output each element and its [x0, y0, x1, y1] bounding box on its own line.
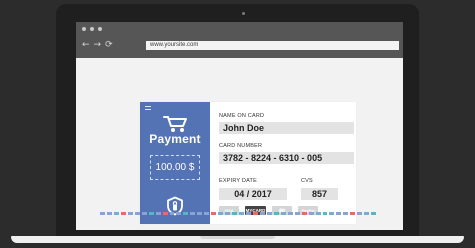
payment-form: NAME ON CARD John Doe CARD NUMBER 3782 -…	[210, 102, 356, 224]
laptop-notch	[200, 236, 275, 239]
name-label: NAME ON CARD	[219, 113, 265, 119]
stripe-segment	[315, 212, 321, 215]
browser-nav: ← → ⟳	[82, 41, 113, 50]
stripe-segment	[148, 212, 154, 215]
color-stripes	[100, 212, 377, 215]
stripe-segment	[100, 212, 105, 215]
name-field[interactable]: John Doe	[219, 122, 354, 134]
url-bar[interactable]: www.yoursite.com	[146, 41, 399, 50]
stripe-segment	[218, 212, 224, 215]
window-controls	[82, 27, 102, 31]
stripe-segment	[308, 212, 314, 215]
stripe-segment	[343, 212, 349, 215]
arrow-right-icon[interactable]: →	[94, 41, 102, 50]
refresh-icon[interactable]: ⟳	[105, 41, 113, 50]
expiry-label: EXPIRY DATE	[219, 178, 257, 184]
page-content: Payment 100.00 $ NAME ON CARD John Doe C…	[76, 58, 403, 230]
stripe-segment	[273, 212, 279, 215]
stripe-segment	[232, 212, 238, 215]
window-dot-3[interactable]	[98, 27, 102, 31]
stripe-segment	[225, 212, 231, 215]
stripe-segment	[239, 212, 245, 215]
payment-title: Payment	[149, 132, 201, 146]
payment-sidebar: Payment 100.00 $	[140, 102, 210, 224]
laptop-screen: ← → ⟳ www.yoursite.com Payment 100.00 $	[76, 22, 403, 230]
stripe-segment	[329, 212, 335, 215]
expiry-field[interactable]: 04 / 2017	[219, 188, 287, 200]
shopping-cart-icon	[163, 116, 187, 132]
arrow-left-icon[interactable]: ←	[82, 41, 90, 50]
stripe-segment	[183, 212, 189, 215]
payment-card: Payment 100.00 $ NAME ON CARD John Doe C…	[140, 102, 356, 224]
stripe-segment	[357, 212, 363, 215]
stripe-segment	[294, 212, 300, 215]
stripe-segment	[113, 212, 119, 215]
stripe-segment	[211, 212, 217, 215]
amount-box: 100.00 $	[150, 155, 200, 180]
card-number-label: CARD NUMBER	[219, 143, 263, 149]
window-dot-1[interactable]	[82, 27, 86, 31]
stripe-segment	[141, 212, 147, 215]
stripe-segment	[155, 212, 161, 215]
stripe-segment	[134, 212, 140, 215]
stripe-segment	[169, 212, 175, 215]
menu-icon[interactable]	[145, 106, 151, 110]
window-dot-2[interactable]	[90, 27, 94, 31]
stripe-segment	[266, 212, 272, 215]
stripe-segment	[280, 212, 286, 215]
browser-toolbar: ← → ⟳ www.yoursite.com	[76, 22, 403, 58]
cvs-field[interactable]: 857	[301, 188, 338, 200]
amount-value: 100.00 $	[155, 162, 195, 173]
stripe-segment	[259, 212, 265, 215]
stripe-segment	[364, 212, 370, 215]
stripe-segment	[336, 212, 342, 215]
stripe-segment	[162, 212, 168, 215]
stripe-segment	[106, 212, 112, 215]
stripe-segment	[252, 212, 258, 215]
card-number-field[interactable]: 3782 - 8224 - 6310 - 005	[219, 152, 354, 164]
stripe-segment	[246, 212, 251, 215]
stripe-segment	[287, 212, 293, 215]
stripe-segment	[120, 212, 126, 215]
camera-icon	[242, 12, 245, 15]
stripe-segment	[301, 212, 307, 215]
stripe-segment	[322, 212, 328, 215]
stripe-segment	[176, 212, 182, 215]
cvs-label: CVS	[301, 178, 313, 184]
stripe-segment	[350, 212, 356, 215]
stripe-segment	[204, 212, 210, 215]
stripe-segment	[190, 212, 196, 215]
stripe-segment	[371, 212, 377, 215]
stripe-segment	[197, 212, 203, 215]
stripe-segment	[127, 212, 133, 215]
